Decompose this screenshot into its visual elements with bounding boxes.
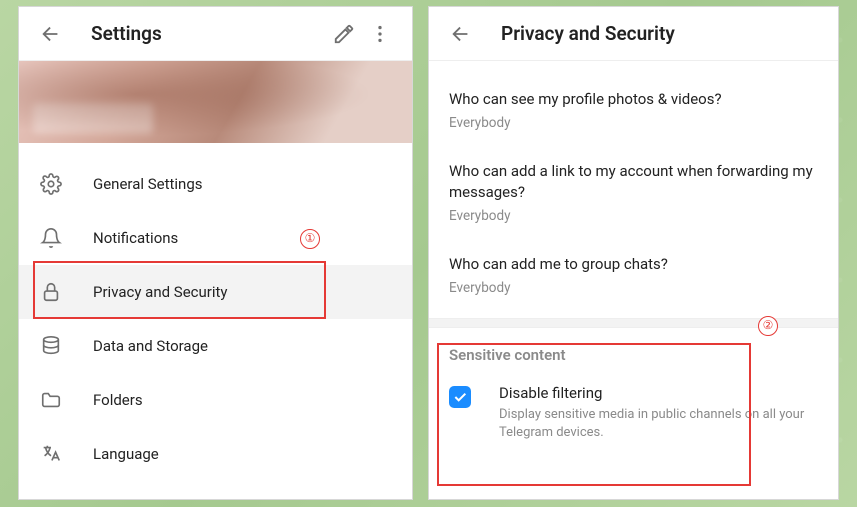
checkbox-description: Display sensitive media in public channe…: [499, 406, 818, 442]
privacy-row-profile-photos[interactable]: Who can see my profile photos & videos? …: [429, 61, 838, 147]
sidebar-item-general[interactable]: General Settings: [19, 157, 412, 211]
privacy-row-title: Who can see my profile photos & videos?: [449, 89, 818, 109]
section-divider: [429, 318, 838, 328]
privacy-row-value: Everybody: [449, 208, 818, 224]
folder-icon: [39, 388, 63, 412]
privacy-row-value: Everybody: [449, 280, 818, 296]
privacy-row-value: Everybody: [449, 115, 818, 131]
gear-icon: [39, 172, 63, 196]
bell-icon: [39, 226, 63, 250]
edit-button[interactable]: [326, 16, 362, 52]
sidebar-item-label: Privacy and Security: [93, 283, 228, 301]
sidebar-item-label: Data and Storage: [93, 337, 208, 355]
sidebar-item-label: Notifications: [93, 229, 178, 247]
settings-panel: Settings General Settings Notifications: [18, 6, 413, 500]
sidebar-item-data[interactable]: Data and Storage: [19, 319, 412, 373]
pencil-icon: [333, 23, 355, 45]
more-button[interactable]: [362, 16, 398, 52]
sidebar-item-notifications[interactable]: Notifications: [19, 211, 412, 265]
sidebar-item-folders[interactable]: Folders: [19, 373, 412, 427]
disable-filtering-checkbox[interactable]: [449, 386, 471, 408]
profile-banner[interactable]: [19, 61, 412, 143]
more-vertical-icon: [369, 23, 391, 45]
section-title-sensitive: Sensitive content: [429, 328, 838, 370]
privacy-panel: Privacy and Security Who can see my prof…: [428, 6, 839, 500]
arrow-left-icon: [40, 23, 62, 45]
privacy-row-title: Who can add a link to my account when fo…: [449, 161, 818, 202]
privacy-title: Privacy and Security: [501, 22, 824, 45]
settings-header: Settings: [19, 7, 412, 61]
settings-title: Settings: [91, 22, 326, 45]
profile-name-blurred: [33, 103, 153, 133]
sidebar-item-label: Folders: [93, 391, 143, 409]
check-icon: [452, 389, 468, 405]
privacy-row-forwarding[interactable]: Who can add a link to my account when fo…: [429, 147, 838, 240]
arrow-left-icon: [450, 23, 472, 45]
disable-filtering-row[interactable]: Disable filtering Display sensitive medi…: [429, 370, 838, 460]
sidebar-item-language[interactable]: Language: [19, 427, 412, 481]
sidebar-item-label: Language: [93, 445, 159, 463]
settings-menu: General Settings Notifications Privacy a…: [19, 143, 412, 495]
back-button[interactable]: [443, 16, 479, 52]
privacy-row-group-chats[interactable]: Who can add me to group chats? Everybody: [429, 240, 838, 312]
sidebar-item-privacy[interactable]: Privacy and Security: [19, 265, 412, 319]
language-icon: [39, 442, 63, 466]
privacy-header: Privacy and Security: [429, 7, 838, 61]
checkbox-title: Disable filtering: [499, 384, 818, 402]
lock-icon: [39, 280, 63, 304]
privacy-row-title: Who can add me to group chats?: [449, 254, 818, 274]
back-button[interactable]: [33, 16, 69, 52]
database-icon: [39, 334, 63, 358]
sidebar-item-label: General Settings: [93, 175, 203, 193]
